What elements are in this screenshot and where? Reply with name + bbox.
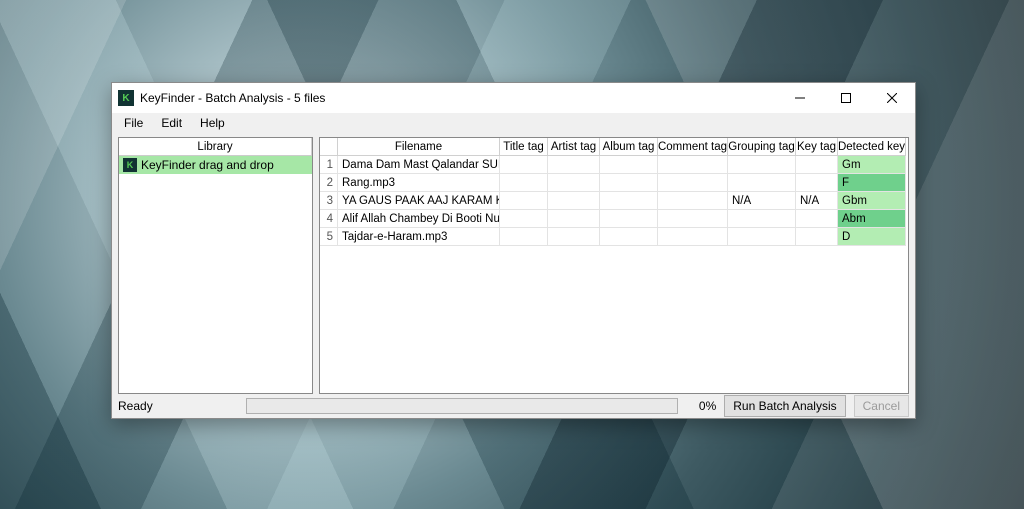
library-header[interactable]: Library: [119, 138, 312, 155]
content-area: Library K KeyFinder drag and drop Filena…: [112, 133, 915, 394]
col-filename[interactable]: Filename: [338, 138, 500, 156]
run-batch-button[interactable]: Run Batch Analysis: [724, 395, 845, 417]
minimize-icon: [795, 93, 805, 103]
keyfinder-icon: K: [123, 158, 137, 172]
app-window: K KeyFinder - Batch Analysis - 5 files F…: [111, 82, 916, 419]
app-icon: K: [118, 90, 134, 106]
cancel-button: Cancel: [854, 395, 909, 417]
library-item[interactable]: K KeyFinder drag and drop: [119, 156, 312, 174]
library-item-label: KeyFinder drag and drop: [141, 158, 274, 172]
menu-edit[interactable]: Edit: [153, 114, 190, 132]
titlebar[interactable]: K KeyFinder - Batch Analysis - 5 files: [112, 83, 915, 113]
table-row[interactable]: 2Rang.mp3F: [320, 174, 908, 192]
close-icon: [887, 93, 897, 103]
col-num[interactable]: [320, 138, 338, 156]
col-grouping-tag[interactable]: Grouping tag: [728, 138, 796, 156]
col-detected-key[interactable]: Detected key: [838, 138, 906, 156]
grid-header-row: Filename Title tag Artist tag Album tag …: [320, 138, 908, 156]
table-row[interactable]: 3YA GAUS PAAK AAJ KARAM KAR...N/AN/AGbm: [320, 192, 908, 210]
library-panel: Library K KeyFinder drag and drop: [118, 137, 313, 394]
table-row[interactable]: 5Tajdar-e-Haram.mp3D: [320, 228, 908, 246]
menubar: File Edit Help: [112, 113, 915, 133]
col-title-tag[interactable]: Title tag: [500, 138, 548, 156]
col-album-tag[interactable]: Album tag: [600, 138, 658, 156]
menu-help[interactable]: Help: [192, 114, 233, 132]
minimize-button[interactable]: [777, 83, 823, 113]
progress-percent: 0%: [686, 399, 716, 413]
library-body: K KeyFinder drag and drop: [119, 156, 312, 393]
table-row[interactable]: 4Alif Allah Chambey Di Booti Nu...Abm: [320, 210, 908, 228]
table-row[interactable]: 1Dama Dam Mast Qalandar SUPE...Gm: [320, 156, 908, 174]
progress-bar: [246, 398, 678, 414]
maximize-icon: [841, 93, 851, 103]
grid-body: 1Dama Dam Mast Qalandar SUPE...Gm2Rang.m…: [320, 156, 908, 393]
close-button[interactable]: [869, 83, 915, 113]
menu-file[interactable]: File: [116, 114, 151, 132]
statusbar: Ready 0% Run Batch Analysis Cancel: [112, 394, 915, 418]
file-grid-panel: Filename Title tag Artist tag Album tag …: [319, 137, 909, 394]
maximize-button[interactable]: [823, 83, 869, 113]
col-key-tag[interactable]: Key tag: [796, 138, 838, 156]
status-text: Ready: [118, 399, 238, 413]
col-comment-tag[interactable]: Comment tag: [658, 138, 728, 156]
col-artist-tag[interactable]: Artist tag: [548, 138, 600, 156]
window-title: KeyFinder - Batch Analysis - 5 files: [140, 91, 325, 105]
